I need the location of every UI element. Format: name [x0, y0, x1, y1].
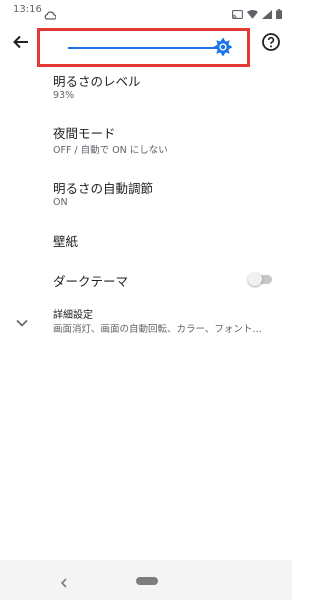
setting-advanced[interactable]: 詳細設定 画面消灯、画面の自動回転、カラー、フォント… — [0, 290, 292, 348]
status-time: 13:16 — [13, 4, 42, 15]
dark-theme-toggle[interactable] — [248, 272, 272, 286]
setting-wallpaper[interactable]: 壁紙 — [0, 216, 292, 256]
home-pill-icon[interactable] — [136, 577, 158, 585]
setting-summary: 93% — [53, 90, 75, 101]
battery-icon — [276, 4, 282, 23]
wifi-icon — [247, 4, 258, 23]
status-bar: 13:16 — [0, 0, 292, 22]
status-icons — [232, 4, 282, 23]
cast-icon — [232, 4, 243, 23]
setting-summary: 画面消灯、画面の自動回転、カラー、フォント… — [53, 324, 262, 335]
setting-title: 壁紙 — [53, 234, 79, 249]
setting-adaptive-brightness[interactable]: 明るさの自動調節 ON — [0, 164, 292, 216]
setting-title: ダークテーマ — [53, 274, 129, 289]
brightness-slider-thumb[interactable] — [213, 37, 233, 57]
setting-title: 明るさのレベル — [53, 74, 141, 89]
setting-title: 明るさの自動調節 — [53, 181, 154, 196]
help-icon[interactable] — [259, 30, 283, 54]
setting-dark-theme[interactable]: ダークテーマ — [0, 256, 292, 290]
arrow-back-icon[interactable] — [9, 30, 33, 54]
signal-icon — [262, 4, 272, 23]
setting-night-light[interactable]: 夜間モード OFF / 自動で ON にしない — [0, 110, 292, 164]
nav-back-icon[interactable] — [59, 574, 69, 588]
setting-summary: OFF / 自動で ON にしない — [53, 145, 168, 156]
brightness-slider-track[interactable] — [68, 47, 224, 49]
toggle-knob — [248, 272, 262, 286]
display-settings-list: 明るさのレベル 93% 夜間モード OFF / 自動で ON にしない 明るさの… — [0, 64, 292, 348]
chevron-down-icon — [15, 313, 29, 327]
setting-title: 詳細設定 — [53, 310, 93, 321]
setting-summary: ON — [53, 197, 68, 208]
brightness-highlight — [37, 28, 250, 67]
system-nav-bar — [0, 560, 292, 600]
setting-title: 夜間モード — [53, 126, 116, 141]
setting-brightness-level[interactable]: 明るさのレベル 93% — [0, 64, 292, 110]
